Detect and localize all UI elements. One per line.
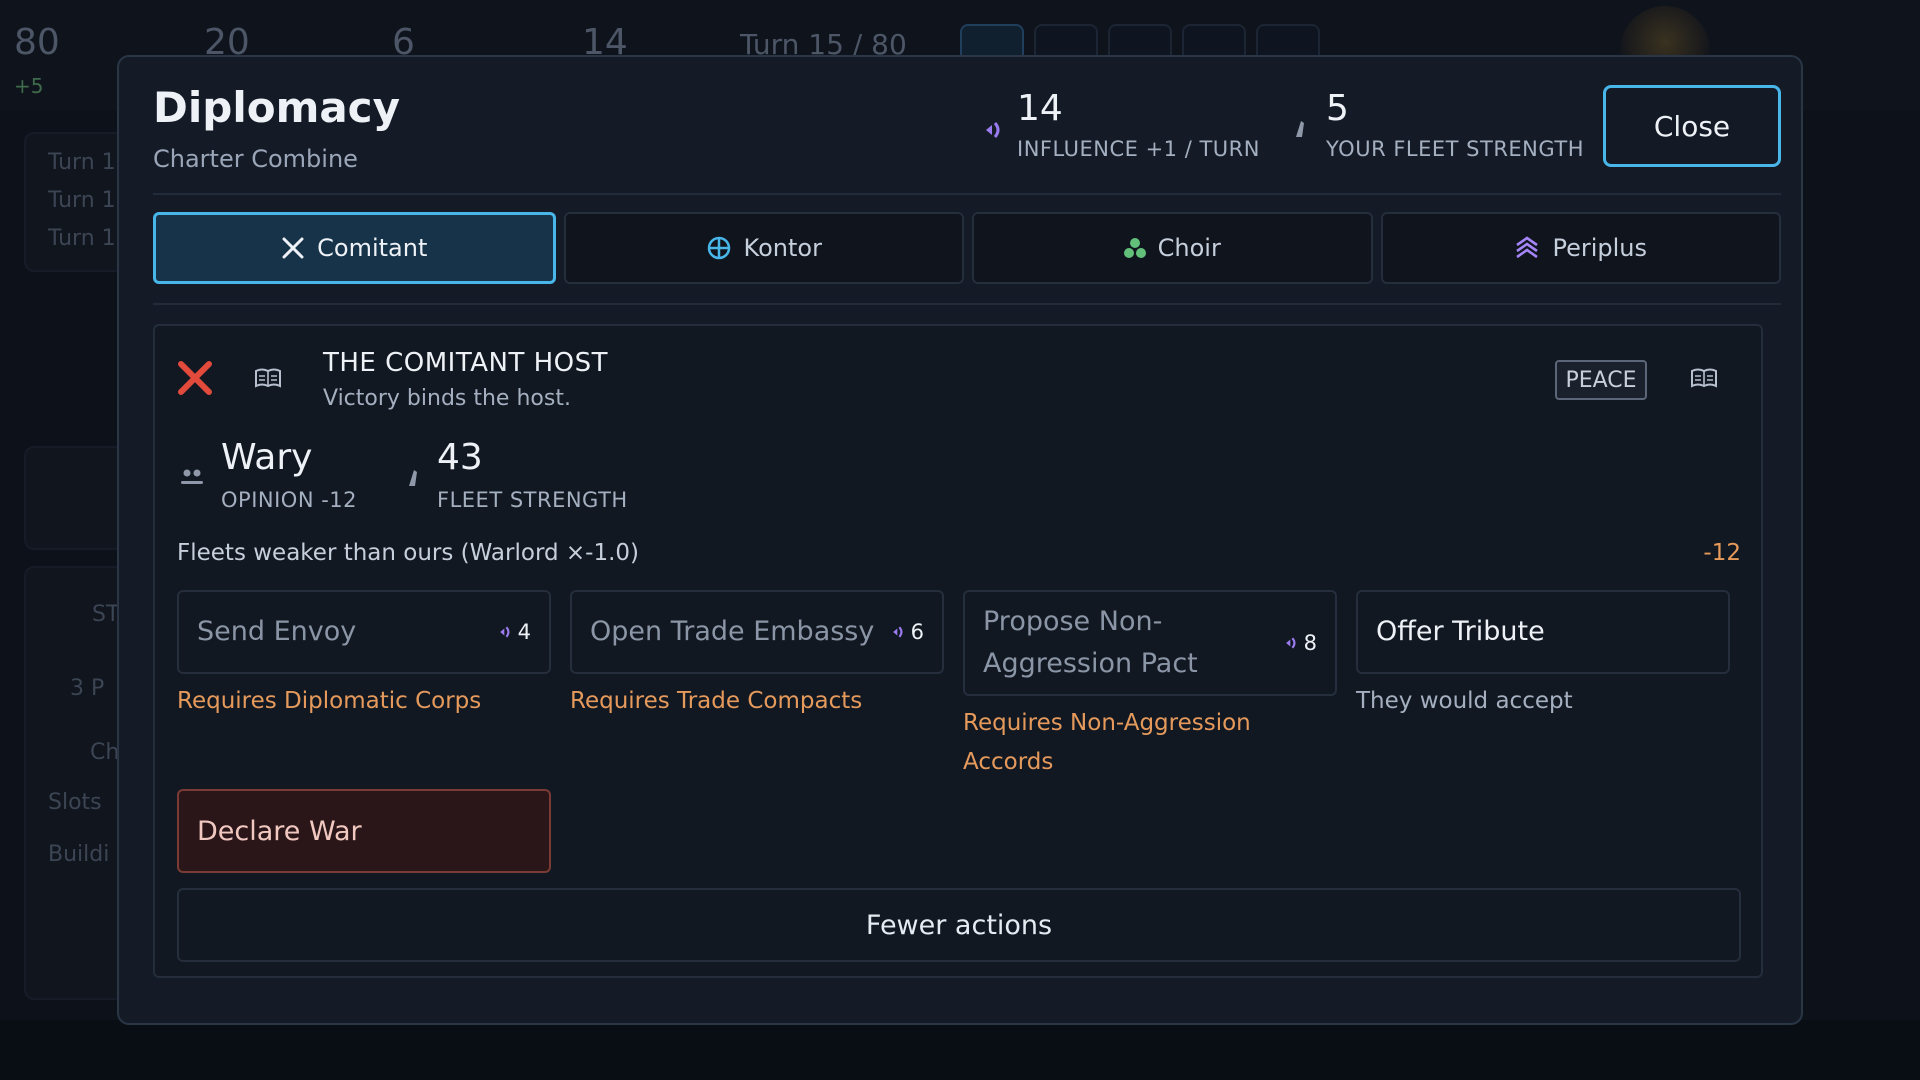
fleet-label: YOUR FLEET STRENGTH — [1326, 137, 1585, 161]
opinion-people-icon — [181, 469, 203, 484]
chevrons-up-icon — [1516, 236, 1539, 259]
tab-periplus[interactable]: Periplus — [1380, 212, 1781, 284]
influence-icon — [499, 626, 510, 638]
opinion-modifier-text: Fleets weaker than ours (Warlord ×-1.0) — [177, 540, 640, 566]
action-cost: 6 — [891, 620, 924, 644]
close-button[interactable]: Close — [1603, 85, 1781, 167]
opinion-stat: Wary OPINION -12 — [221, 437, 358, 513]
faction-motto: Victory binds the host. — [323, 386, 571, 411]
fleet-strength-value: 43 — [437, 437, 483, 478]
faction-emblem-icon — [178, 361, 212, 395]
action-label: Send Envoy — [197, 616, 357, 647]
system-panel — [24, 566, 124, 1000]
diplomacy-modal: Diplomacy Charter Combine 14 INFLUENCE +… — [117, 55, 1803, 1025]
influence-value: 14 — [1017, 88, 1063, 129]
side-label: ST — [92, 602, 120, 627]
influence-icon — [1285, 637, 1296, 649]
choir-cluster-icon — [1123, 238, 1146, 258]
propose-non-aggression-pact-button[interactable]: Propose Non-Aggression Pact 8 — [963, 590, 1337, 696]
cost-value: 8 — [1303, 631, 1317, 655]
tab-comitant[interactable]: Comitant — [153, 212, 556, 284]
log-line: Turn 1 — [48, 188, 116, 213]
tab-label: Periplus — [1552, 234, 1648, 262]
action-label: Offer Tribute — [1376, 616, 1545, 647]
fleet-strength-label: FLEET STRENGTH — [437, 488, 628, 512]
opinion-modifier-value: -12 — [1703, 540, 1741, 566]
resource-income: +5 — [14, 74, 44, 98]
influence-stat: 14 INFLUENCE +1 / TURN — [1017, 88, 1260, 162]
cost-value: 6 — [910, 620, 924, 644]
requirement-note: Requires Non-Aggression Accords — [963, 710, 1251, 775]
offer-tribute-button[interactable]: Offer Tribute — [1356, 590, 1730, 674]
declare-war-button[interactable]: Declare War — [177, 789, 551, 873]
log-line: Turn 1 — [48, 150, 116, 175]
action-cost: 8 — [1284, 631, 1317, 655]
send-envoy-button[interactable]: Send Envoy 4 — [177, 590, 551, 674]
action-cost: 4 — [498, 620, 531, 644]
lore-book-icon[interactable] — [255, 368, 281, 388]
influence-icon — [892, 626, 903, 638]
action-label: Open Trade Embassy — [590, 616, 875, 647]
fleet-stat: 5 YOUR FLEET STRENGTH — [1326, 88, 1585, 162]
influence-label: INFLUENCE +1 / TURN — [1017, 137, 1260, 161]
codex-book-icon[interactable] — [1691, 368, 1717, 388]
tab-kontor[interactable]: Kontor — [563, 212, 964, 284]
requirement-note: Requires Trade Compacts — [570, 688, 863, 714]
tab-choir[interactable]: Choir — [972, 212, 1373, 284]
open-trade-embassy-button[interactable]: Open Trade Embassy 6 — [570, 590, 944, 674]
requirement-note: Requires Diplomatic Corps — [177, 688, 482, 714]
side-label: Ch — [90, 740, 120, 765]
tab-label: Comitant — [317, 234, 428, 262]
tab-label: Choir — [1157, 234, 1221, 262]
side-label: Slots — [48, 790, 102, 815]
influence-icon — [986, 122, 1000, 138]
fleet-value: 5 — [1326, 88, 1349, 129]
fleet-icon — [409, 470, 417, 486]
action-label: Propose Non-Aggression Pact — [983, 606, 1198, 679]
fleet-icon — [1296, 121, 1304, 137]
opinion-label: OPINION -12 — [221, 488, 358, 512]
faction-tabs: Comitant Kontor Choir Periplus — [153, 212, 1781, 284]
header-divider — [153, 193, 1781, 195]
modal-title: Diplomacy — [153, 83, 400, 132]
log-line: Turn 1 — [48, 226, 116, 251]
crossed-swords-icon — [282, 237, 304, 259]
side-label: 3 P — [70, 676, 105, 701]
faction-card: THE COMITANT HOST Victory binds the host… — [153, 324, 1763, 978]
fewer-actions-button[interactable]: Fewer actions — [177, 888, 1741, 962]
tabs-divider — [153, 303, 1781, 305]
opinion-value: Wary — [221, 437, 313, 478]
fleet-strength-stat: 43 FLEET STRENGTH — [437, 437, 628, 513]
bottom-bar — [0, 1020, 1920, 1080]
status-badge: PEACE — [1555, 360, 1647, 400]
acceptance-note: They would accept — [1356, 688, 1573, 714]
side-card — [24, 446, 124, 550]
faction-name: THE COMITANT HOST — [323, 348, 608, 378]
resource-value: 80 — [14, 22, 60, 63]
trade-globe-icon — [707, 236, 730, 260]
side-label: Buildi — [48, 842, 110, 867]
cost-value: 4 — [517, 620, 531, 644]
modal-subtitle: Charter Combine — [153, 145, 358, 173]
tab-label: Kontor — [743, 234, 822, 262]
